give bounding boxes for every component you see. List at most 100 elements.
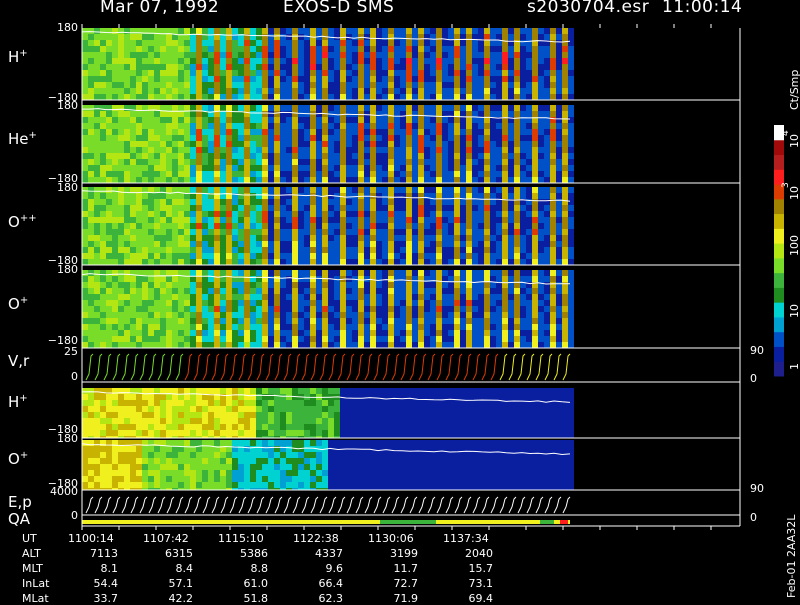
spectrogram-cell <box>130 159 136 165</box>
spectrogram-cell <box>100 217 106 223</box>
spectrogram-cell <box>220 418 226 424</box>
spectrogram-cell <box>232 229 238 235</box>
spectrogram-cell <box>460 318 466 324</box>
spectrogram-cell <box>172 135 178 141</box>
spectrogram-cell <box>232 153 238 159</box>
spectrogram-cell <box>148 424 154 430</box>
spectrogram-cell <box>178 58 184 64</box>
spectrogram-cell <box>148 235 154 241</box>
spectrogram-cell <box>292 223 298 229</box>
spectrogram-cell <box>502 300 508 306</box>
spectrogram-cell <box>106 211 112 217</box>
spectrogram-cell <box>340 223 346 229</box>
spectrogram-cell <box>334 259 340 265</box>
spectrogram-cell <box>124 342 130 348</box>
spectrogram-cell <box>352 294 358 300</box>
spectrogram-cell <box>112 171 118 177</box>
spectrogram-cell <box>238 187 244 193</box>
spectrogram-cell <box>346 147 352 153</box>
spectrogram-cell <box>376 276 382 282</box>
spectrogram-cell <box>232 253 238 259</box>
spectrogram-cell <box>196 406 202 412</box>
spectrogram-cell <box>280 58 286 64</box>
spectrogram-cell <box>550 312 556 318</box>
spectrogram-cell <box>514 34 520 40</box>
spectrogram-cell <box>262 336 268 342</box>
spectrogram-cell <box>172 129 178 135</box>
spectrogram-cell <box>490 40 496 46</box>
spectrogram-cell <box>490 388 496 394</box>
spectrogram-cell <box>466 76 472 82</box>
spectrogram-cell <box>448 294 454 300</box>
spectrogram-cell <box>364 418 370 424</box>
spectrogram-cell <box>316 276 322 282</box>
spectrogram-cell <box>298 211 304 217</box>
spectrogram-cell <box>154 153 160 159</box>
spectrogram-cell <box>538 82 544 88</box>
spectrogram-cell <box>544 70 550 76</box>
spectrogram-cell <box>448 223 454 229</box>
spectrogram-cell <box>286 394 292 400</box>
spectrogram-cell <box>340 270 346 276</box>
spectrogram-cell <box>160 177 166 183</box>
spectrogram-cell <box>520 288 526 294</box>
spectrogram-cell <box>394 46 400 52</box>
spectrogram-cell <box>364 318 370 324</box>
spectrogram-cell <box>454 312 460 318</box>
spectrogram-cell <box>250 205 256 211</box>
spectrogram-cell <box>328 94 334 100</box>
spectrogram-cell <box>190 294 196 300</box>
spectrogram-cell <box>238 117 244 123</box>
spectrogram-cell <box>478 270 484 276</box>
vr-trace <box>221 354 228 380</box>
spectrogram-cell <box>394 235 400 241</box>
spectrogram-cell <box>346 400 352 406</box>
spectrogram-cell <box>196 70 202 76</box>
spectrogram-cell <box>244 412 250 418</box>
spectrogram-cell <box>172 430 178 436</box>
spectrogram-cell <box>88 82 94 88</box>
spectrogram-cell <box>106 282 112 288</box>
spectrogram-cell <box>316 282 322 288</box>
spectrogram-cell <box>82 40 88 46</box>
spectrogram-cell <box>154 171 160 177</box>
spectrogram-cell <box>532 211 538 217</box>
spectrogram-cell <box>460 105 466 111</box>
spectrogram-cell <box>514 388 520 394</box>
spectrogram-cell <box>100 82 106 88</box>
spectrogram-cell <box>250 52 256 58</box>
spectrogram-cell <box>184 117 190 123</box>
spectrogram-cell <box>562 88 568 94</box>
spectrogram-cell <box>394 241 400 247</box>
spectrogram-cell <box>454 247 460 253</box>
spectrogram-cell <box>418 418 424 424</box>
spectrogram-cell <box>496 300 502 306</box>
spectrogram-cell <box>196 330 202 336</box>
spectrogram-cell <box>454 229 460 235</box>
spectrogram-cell <box>532 259 538 265</box>
spectrogram-cell <box>316 117 322 123</box>
spectrogram-cell <box>334 117 340 123</box>
spectrogram-cell <box>370 342 376 348</box>
spectrogram-cell <box>436 282 442 288</box>
spectrogram-cell <box>94 217 100 223</box>
spectrogram-cell <box>322 88 328 94</box>
spectrogram-cell <box>148 117 154 123</box>
spectrogram-cell <box>556 312 562 318</box>
spectrogram-cell <box>436 318 442 324</box>
spectrogram-cell <box>226 424 232 430</box>
spectrogram-cell <box>406 342 412 348</box>
spectrogram-cell <box>454 117 460 123</box>
spectrogram-cell <box>376 406 382 412</box>
spectrogram-cell <box>292 171 298 177</box>
spectrogram-cell <box>100 229 106 235</box>
spectrogram-cell <box>172 394 178 400</box>
spectrogram-cell <box>268 40 274 46</box>
spectrogram-cell <box>370 424 376 430</box>
spectrogram-cell <box>232 105 238 111</box>
spectrogram-cell <box>562 70 568 76</box>
spectrogram-cell <box>418 430 424 436</box>
spectrogram-cell <box>124 40 130 46</box>
spectrogram-cell <box>550 34 556 40</box>
spectrogram-cell <box>544 111 550 117</box>
